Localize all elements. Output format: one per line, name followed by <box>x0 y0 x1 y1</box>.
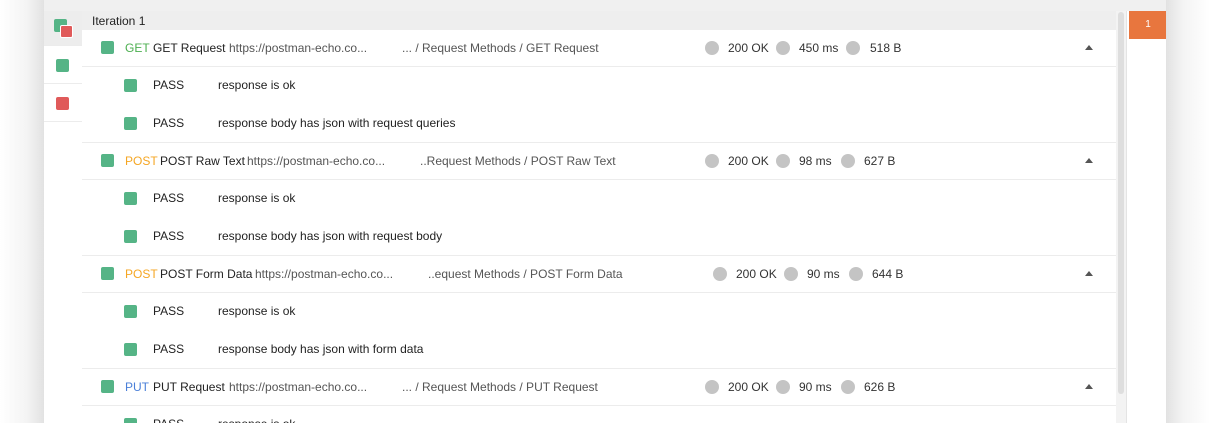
collapse-caret-icon[interactable] <box>1085 384 1093 389</box>
scrollbar-thumb[interactable] <box>1118 12 1124 394</box>
size-dot-icon <box>841 154 855 168</box>
time-dot-icon <box>776 380 790 394</box>
request-name: GET Request <box>153 41 226 55</box>
response-time: 90 ms <box>807 267 840 281</box>
collapse-caret-icon[interactable] <box>1085 158 1093 163</box>
status-dot-icon <box>705 154 719 168</box>
test-pass-icon <box>124 117 137 130</box>
test-result: PASS <box>153 229 185 243</box>
request-pass-icon <box>101 380 114 393</box>
test-result: PASS <box>153 78 185 92</box>
iteration-tab[interactable]: 1 <box>1129 11 1166 39</box>
time-dot-icon <box>784 267 798 281</box>
response-status: 200 OK <box>728 41 769 55</box>
request-pass-icon <box>101 41 114 54</box>
test-row: PASS response body has json with request… <box>82 105 1116 143</box>
test-row: PASS response is ok <box>82 406 1116 423</box>
test-pass-icon <box>124 305 137 318</box>
request-name: POST Form Data <box>160 267 253 281</box>
request-method: GET <box>125 41 150 55</box>
test-row: PASS response is ok <box>82 293 1116 331</box>
request-url: https://postman-echo.co... <box>229 380 368 394</box>
request-url: https://postman-echo.co... <box>229 41 368 55</box>
test-name: response is ok <box>218 191 296 205</box>
result-filter-rail <box>44 11 82 423</box>
request-method: PUT <box>125 380 149 394</box>
test-result: PASS <box>153 191 185 205</box>
test-pass-icon <box>124 418 137 423</box>
test-pass-icon <box>124 343 137 356</box>
request-row[interactable]: POST POST Raw Text https://postman-echo.… <box>82 143 1116 180</box>
test-row: PASS response body has json with form da… <box>82 331 1116 369</box>
test-result: PASS <box>153 304 185 318</box>
size-dot-icon <box>849 267 863 281</box>
response-status: 200 OK <box>728 154 769 168</box>
filter-passed-button[interactable] <box>44 47 82 84</box>
iteration-title: Iteration 1 <box>92 14 146 28</box>
failed-square-icon <box>56 97 69 110</box>
iteration-header: Iteration 1 <box>82 11 1116 30</box>
status-dot-icon <box>705 41 719 55</box>
request-url: https://postman-echo.co... <box>247 154 386 168</box>
request-path: ..Request Methods / POST Raw Text <box>420 154 616 168</box>
request-path: ..equest Methods / POST Form Data <box>428 267 623 281</box>
test-row: PASS response is ok <box>82 67 1116 105</box>
request-row[interactable]: PUT PUT Request https://postman-echo.co.… <box>82 369 1116 406</box>
window-shadow-right <box>1166 0 1210 423</box>
test-name: response is ok <box>218 406 295 423</box>
request-pass-icon <box>101 267 114 280</box>
test-name: response is ok <box>218 304 296 318</box>
response-status: 200 OK <box>736 267 777 281</box>
test-row: PASS response is ok <box>82 180 1116 218</box>
response-size: 626 B <box>864 380 896 394</box>
size-dot-icon <box>846 41 860 55</box>
passed-square-icon <box>56 59 69 72</box>
test-result: PASS <box>153 342 185 356</box>
iteration-panel: 1 <box>1126 11 1166 423</box>
response-size: 518 B <box>870 41 902 55</box>
request-url: https://postman-echo.co... <box>255 267 394 281</box>
test-pass-icon <box>124 79 137 92</box>
time-dot-icon <box>776 154 790 168</box>
collapse-caret-icon[interactable] <box>1085 271 1093 276</box>
collapse-caret-icon[interactable] <box>1085 45 1093 50</box>
test-pass-icon <box>124 230 137 243</box>
response-time: 90 ms <box>799 380 832 394</box>
time-dot-icon <box>776 41 790 55</box>
results-toolbar <box>44 0 1166 11</box>
status-dot-icon <box>713 267 727 281</box>
test-name: response is ok <box>218 78 296 92</box>
response-status: 200 OK <box>728 380 769 394</box>
test-result: PASS <box>153 116 185 130</box>
request-name: POST Raw Text <box>160 154 245 168</box>
request-row[interactable]: POST POST Form Data https://postman-echo… <box>82 256 1116 293</box>
test-pass-icon <box>124 192 137 205</box>
filter-failed-button[interactable] <box>44 85 82 122</box>
collection-runner-results: Iteration 1 GET GET Request https://post… <box>44 0 1166 423</box>
test-name: response body has json with request quer… <box>218 116 456 130</box>
test-name: response body has json with form data <box>218 342 424 356</box>
request-list: GET GET Request https://postman-echo.co.… <box>82 30 1116 423</box>
request-method: POST <box>125 267 158 281</box>
request-pass-icon <box>101 154 114 167</box>
window-shadow-left <box>0 0 44 423</box>
test-row: PASS response body has json with request… <box>82 218 1116 256</box>
request-name: PUT Request <box>153 380 225 394</box>
filter-all-button[interactable] <box>44 11 82 46</box>
size-dot-icon <box>841 380 855 394</box>
status-dot-icon <box>705 380 719 394</box>
request-row[interactable]: GET GET Request https://postman-echo.co.… <box>82 30 1116 67</box>
response-size: 644 B <box>872 267 904 281</box>
test-name: response body has json with request body <box>218 229 443 243</box>
response-time: 450 ms <box>799 41 839 55</box>
test-result: PASS <box>153 406 184 423</box>
request-method: POST <box>125 154 158 168</box>
request-path: ... / Request Methods / PUT Request <box>402 380 598 394</box>
request-path: ... / Request Methods / GET Request <box>402 41 599 55</box>
all-results-icon-failed <box>60 25 73 38</box>
response-time: 98 ms <box>799 154 832 168</box>
response-size: 627 B <box>864 154 896 168</box>
